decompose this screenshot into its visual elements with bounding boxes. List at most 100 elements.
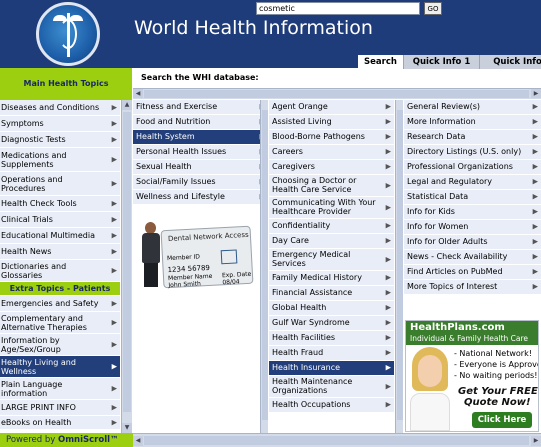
col3-item[interactable]: General Review(s) ▶ [404, 100, 541, 115]
col3-item[interactable]: Professional Organizations ▶ [404, 160, 541, 175]
col2-item[interactable]: Global Health ▶ [269, 301, 394, 316]
left-item-large-print[interactable]: LARGE PRINT INFO ▶ [0, 400, 120, 416]
ad-quote-line2: Quote Now! [464, 397, 531, 408]
col3-item[interactable]: Research Data ▶ [404, 130, 541, 145]
col2-item[interactable]: Communicating With Your Healthcare Provi… [269, 197, 394, 219]
powered-by-footer[interactable]: Powered by OmniScroll™ [0, 433, 133, 447]
chevron-right-icon: ▶ [532, 207, 538, 216]
scroll-thumb[interactable] [144, 90, 529, 98]
left-item-dictionaries[interactable]: Dictionaries and Glossaries ▶ [0, 260, 120, 282]
left-item-label: LARGE PRINT INFO [1, 403, 76, 412]
left-item-healthy-living[interactable]: Healthy Living and Wellness ▶ [0, 356, 120, 378]
left-item-label: Information by Age/Sex/Group [1, 335, 61, 354]
col2-item[interactable]: Health Fraud ▶ [269, 346, 394, 361]
col2-item[interactable]: Assisted Living ▶ [269, 115, 394, 130]
col1-item[interactable]: Food and Nutrition▶ [133, 115, 268, 130]
healthplans-ad[interactable]: HealthPlans.com Individual & Family Heal… [405, 320, 539, 432]
scroll-up-icon[interactable]: ▲ [122, 100, 132, 110]
chevron-right-icon: ▶ [532, 252, 538, 261]
col2-item[interactable]: Day Care ▶ [269, 234, 394, 249]
left-item-health-news[interactable]: Health News ▶ [0, 244, 120, 260]
col2-item[interactable]: Emergency Medical Services ▶ [269, 249, 394, 271]
col1-item[interactable]: Personal Health Issues▶ [133, 145, 268, 160]
chevron-right-icon: ▶ [532, 102, 538, 111]
left-item-educational-multimedia[interactable]: Educational Multimedia ▶ [0, 228, 120, 244]
scroll-right-icon[interactable]: ▶ [531, 436, 541, 446]
col2-item-label: Blood-Borne Pathogens [272, 132, 365, 141]
col1-item-label: Wellness and Lifestyle [136, 192, 225, 201]
card-exp-block: Exp. Date 08/04 [222, 271, 252, 287]
col2-item-selected[interactable]: Health Insurance ▶ [269, 361, 394, 376]
col1-item[interactable]: Social/Family Issues▶ [133, 175, 268, 190]
top-horizontal-scrollbar[interactable]: ◀ ▶ [133, 88, 541, 99]
col1-item[interactable]: Sexual Health▶ [133, 160, 268, 175]
left-item-symptoms[interactable]: Symptoms ▶ [0, 116, 120, 132]
go-button[interactable]: GO [424, 2, 442, 15]
left-item-diseases[interactable]: Diseases and Conditions ▶ [0, 100, 120, 116]
col2-item-label: Confidentiality [272, 221, 331, 230]
chevron-right-icon: ▶ [385, 273, 391, 282]
tab-quick-info[interactable]: Quick Info [480, 55, 541, 69]
col2-item[interactable]: Health Occupations ▶ [269, 398, 394, 413]
col2-item-label: Assisted Living [272, 117, 332, 126]
left-item-health-check-tools[interactable]: Health Check Tools ▶ [0, 196, 120, 212]
col2-item[interactable]: Agent Orange ▶ [269, 100, 394, 115]
col1-item[interactable]: Wellness and Lifestyle▶ [133, 190, 268, 205]
tab-quick-info-1[interactable]: Quick Info 1 [404, 55, 480, 69]
col3-item[interactable]: Info for Women ▶ [404, 220, 541, 235]
search-input[interactable] [256, 2, 420, 15]
col3-item[interactable]: Info for Kids ▶ [404, 205, 541, 220]
scroll-thumb[interactable] [144, 436, 529, 445]
col1-scrollbar[interactable] [260, 100, 268, 433]
scroll-left-icon[interactable]: ◀ [133, 89, 143, 98]
scroll-down-icon[interactable]: ▼ [122, 423, 132, 433]
col2-item[interactable]: Gulf War Syndrome ▶ [269, 316, 394, 331]
bottom-horizontal-scrollbar[interactable]: ◀ ▶ [133, 433, 541, 447]
scroll-thumb[interactable] [262, 110, 268, 420]
left-item-plain-language[interactable]: Plain Language information ▶ [0, 378, 120, 400]
col2-item[interactable]: Blood-Borne Pathogens ▶ [269, 130, 394, 145]
click-here-button[interactable]: Click Here [472, 412, 532, 428]
left-item-ebooks[interactable]: eBooks on Health ▶ [0, 416, 120, 430]
left-item-operations[interactable]: Operations and Procedures ▶ [0, 172, 120, 196]
ad-bullet: - National Network! [454, 349, 532, 358]
col3-item-label: Info for Older Adults [407, 237, 488, 246]
col2-item[interactable]: Financial Assistance ▶ [269, 286, 394, 301]
tab-search[interactable]: Search [358, 55, 404, 69]
col3-item[interactable]: Legal and Regulatory ▶ [404, 175, 541, 190]
left-scrollbar[interactable]: ▲ ▼ [121, 100, 132, 433]
ad-photo [408, 347, 452, 431]
col2-scrollbar[interactable] [395, 100, 403, 433]
left-item-complementary[interactable]: Complementary and Alternative Therapies ▶ [0, 312, 120, 334]
left-item-medications[interactable]: Medications and Supplements ▶ [0, 148, 120, 172]
col2-item[interactable]: Careers ▶ [269, 145, 394, 160]
col3-item[interactable]: Statistical Data ▶ [404, 190, 541, 205]
left-item-emergencies[interactable]: Emergencies and Safety ▶ [0, 296, 120, 312]
scroll-right-icon[interactable]: ▶ [531, 89, 541, 98]
left-item-info-by-age[interactable]: Information by Age/Sex/Group ▶ [0, 334, 120, 356]
col1-item[interactable]: Fitness and Exercise▶ [133, 100, 268, 115]
scroll-thumb[interactable] [397, 110, 403, 420]
dental-card-image: Dental Network Access Member ID 1234 567… [138, 222, 266, 292]
col3-item[interactable]: Find Articles on PubMed ▶ [404, 265, 541, 280]
left-item-diagnostic-tests[interactable]: Diagnostic Tests ▶ [0, 132, 120, 148]
left-item-clinical-trials[interactable]: Clinical Trials ▶ [0, 212, 120, 228]
chevron-right-icon: ▶ [385, 288, 391, 297]
col3-item[interactable]: Info for Older Adults ▶ [404, 235, 541, 250]
col2-item[interactable]: Health Maintenance Organizations ▶ [269, 376, 394, 398]
col1-item-selected[interactable]: Health System▶ [133, 130, 268, 145]
chevron-right-icon: ▶ [111, 384, 117, 392]
col2-item[interactable]: Confidentiality ▶ [269, 219, 394, 234]
col3-item[interactable]: More Topics of Interest ▶ [404, 280, 541, 295]
col2-item[interactable]: Family Medical History ▶ [269, 271, 394, 286]
col3-item[interactable]: More Information ▶ [404, 115, 541, 130]
scroll-thumb[interactable] [123, 112, 131, 412]
col2-item[interactable]: Choosing a Doctor or Health Care Service… [269, 175, 394, 197]
chevron-right-icon: ▶ [532, 237, 538, 246]
col3-item[interactable]: Directory Listings (U.S. only) ▶ [404, 145, 541, 160]
col2-item[interactable]: Caregivers ▶ [269, 160, 394, 175]
col3-item[interactable]: News - Check Availability ▶ [404, 250, 541, 265]
col2-item[interactable]: Health Facilities ▶ [269, 331, 394, 346]
ad-subtitle: Individual & Family Health Care [410, 334, 529, 343]
scroll-left-icon[interactable]: ◀ [133, 436, 143, 446]
